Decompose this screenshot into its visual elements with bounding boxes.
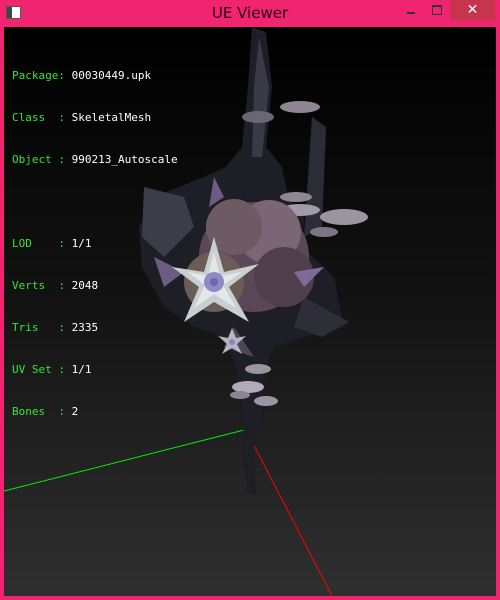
verts-row: Verts : 2048 [12, 279, 178, 293]
mushroom-cap [280, 101, 320, 113]
package-value: 00030449.upk [71, 69, 152, 82]
tris-label: Tris : [12, 321, 65, 334]
verts-value: 2048 [71, 279, 99, 292]
title-bar[interactable]: UE Viewer ✕ [0, 0, 500, 27]
lod-value: 1/1 [71, 237, 92, 250]
close-icon: ✕ [466, 2, 479, 18]
x-axis-line [245, 429, 333, 596]
tris-value: 2335 [71, 321, 99, 334]
object-row: Object : 990213_Autoscale [12, 153, 178, 167]
minimize-button[interactable] [398, 0, 424, 20]
uvset-value: 1/1 [71, 363, 92, 376]
object-label: Object : [12, 153, 65, 166]
lod-label: LOD : [12, 237, 65, 250]
close-button[interactable]: ✕ [450, 0, 495, 20]
maximize-icon [432, 5, 442, 15]
mesh-info-panel: Package: 00030449.upk Class : SkeletalMe… [12, 41, 178, 447]
3d-viewport[interactable]: Package: 00030449.upk Class : SkeletalMe… [4, 27, 496, 596]
app-window: UE Viewer ✕ Package: 00030449.upk Class … [0, 0, 500, 600]
bones-row: Bones : 2 [12, 405, 178, 419]
verts-label: Verts : [12, 279, 65, 292]
tris-row: Tris : 2335 [12, 321, 178, 335]
package-label: Package: [12, 69, 65, 82]
object-value: 990213_Autoscale [71, 153, 178, 166]
bones-value: 2 [71, 405, 79, 418]
maximize-button[interactable] [424, 0, 450, 20]
class-value: SkeletalMesh [71, 111, 152, 124]
package-row: Package: 00030449.upk [12, 69, 178, 83]
uvset-label: UV Set : [12, 363, 65, 376]
minimize-icon [407, 12, 415, 14]
bones-label: Bones : [12, 405, 65, 418]
class-row: Class : SkeletalMesh [12, 111, 178, 125]
uvset-row: UV Set : 1/1 [12, 363, 178, 377]
lod-row: LOD : 1/1 [12, 237, 178, 251]
class-label: Class : [12, 111, 65, 124]
